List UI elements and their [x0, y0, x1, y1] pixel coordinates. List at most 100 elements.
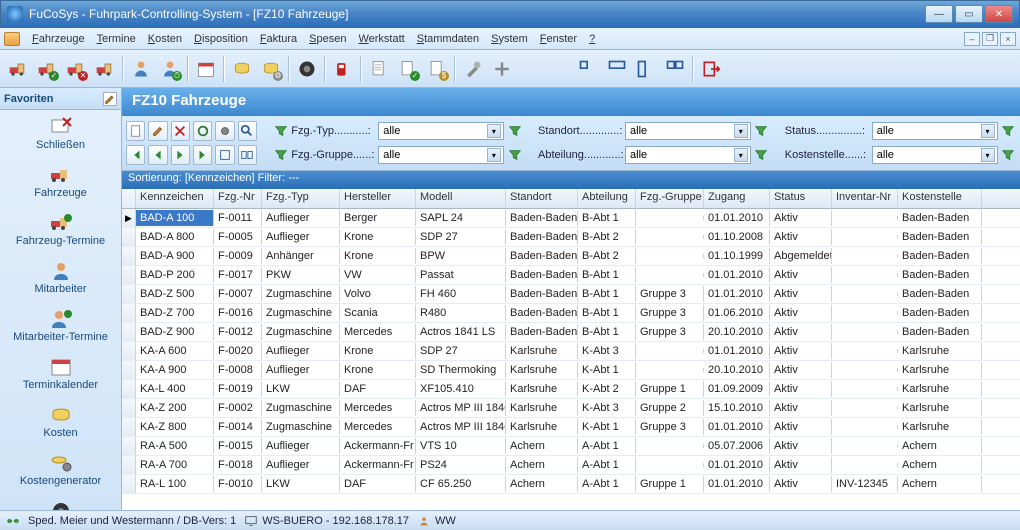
new-button[interactable] [126, 121, 145, 141]
filter-icon[interactable] [273, 122, 288, 140]
tb-win2[interactable] [603, 55, 631, 83]
favorites-edit-button[interactable] [103, 92, 117, 106]
favorite-calendar[interactable]: Terminkalender [0, 350, 121, 398]
table-row[interactable]: BAD-Z 900F-0012ZugmaschineMercedesActros… [122, 323, 1020, 342]
menu-fenster[interactable]: Fenster [534, 31, 583, 47]
nav-prev[interactable] [148, 145, 167, 165]
table-row[interactable]: KA-L 400F-0019LKWDAFXF105.410KarlsruheK-… [122, 380, 1020, 399]
tb-money2[interactable]: ⚙ [257, 55, 285, 83]
mdi-close[interactable]: × [1000, 32, 1016, 46]
nav-last[interactable] [193, 145, 212, 165]
menu-spesen[interactable]: Spesen [303, 31, 352, 47]
col-header[interactable]: Fzg.-Nr [214, 189, 262, 208]
tb-money[interactable] [228, 55, 256, 83]
select-abteilung[interactable]: alle▾ [625, 146, 751, 164]
refresh-button[interactable] [193, 121, 212, 141]
col-header[interactable]: Kennzeichen [136, 189, 214, 208]
tb-doc3[interactable]: $ [423, 55, 451, 83]
close-button[interactable]: ✕ [985, 5, 1013, 23]
table-row[interactable]: BAD-Z 500F-0007ZugmaschineVolvoFH 460Bad… [122, 285, 1020, 304]
select-fzgtyp[interactable]: alle▾ [378, 122, 504, 140]
delete-button[interactable] [171, 121, 190, 141]
grid-body[interactable]: ▶BAD-A 100F-0011AufliegerBergerSAPL 24Ba… [122, 209, 1020, 510]
tb-truck3[interactable]: ✕ [62, 55, 90, 83]
table-row[interactable]: BAD-A 800F-0005AufliegerKroneSDP 27Baden… [122, 228, 1020, 247]
favorite-person[interactable]: Mitarbeiter [0, 254, 121, 302]
col-header[interactable]: Status [770, 189, 832, 208]
favorite-gear[interactable]: Kostengenerator [0, 446, 121, 494]
favorite-close[interactable]: Schließen [0, 110, 121, 158]
table-row[interactable]: RA-L 100F-0010LKWDAFCF 65.250AchernA-Abt… [122, 475, 1020, 494]
tb-truck2[interactable]: ✓ [33, 55, 61, 83]
table-row[interactable]: KA-A 600F-0020AufliegerKroneSDP 27Karlsr… [122, 342, 1020, 361]
view-button[interactable] [215, 145, 234, 165]
favorite-person-cal[interactable]: Mitarbeiter-Termine [0, 302, 121, 350]
menu-disposition[interactable]: Disposition [188, 31, 254, 47]
nav-first[interactable] [126, 145, 145, 165]
menu-fahrzeuge[interactable]: Fahrzeuge [26, 31, 91, 47]
filter-icon[interactable] [1001, 146, 1016, 164]
menu-termine[interactable]: Termine [91, 31, 142, 47]
table-row[interactable]: KA-Z 800F-0014ZugmaschineMercedesActros … [122, 418, 1020, 437]
col-header[interactable]: Kostenstelle [898, 189, 982, 208]
tb-tool1[interactable] [459, 55, 487, 83]
filter-icon[interactable] [507, 146, 522, 164]
select-status[interactable]: alle▾ [872, 122, 998, 140]
edit-button[interactable] [148, 121, 167, 141]
filter-icon[interactable] [754, 122, 769, 140]
tb-truck1[interactable] [4, 55, 32, 83]
menu-?[interactable]: ? [583, 31, 601, 47]
filter-icon[interactable] [1001, 122, 1016, 140]
menu-system[interactable]: System [485, 31, 534, 47]
table-row[interactable]: RA-A 700F-0018AufliegerAckermann-FrPS24A… [122, 456, 1020, 475]
filter-icon[interactable] [507, 122, 522, 140]
tb-truck4[interactable] [91, 55, 119, 83]
maximize-button[interactable]: ▭ [955, 5, 983, 23]
tb-tool2[interactable] [488, 55, 516, 83]
favorite-money[interactable]: Kosten [0, 398, 121, 446]
col-header[interactable]: Abteilung [578, 189, 636, 208]
favorite-truck[interactable]: Fahrzeuge [0, 158, 121, 206]
col-header[interactable]: Fzg.-Typ [262, 189, 340, 208]
favorite-tire[interactable]: Reifen [0, 494, 121, 510]
view2-button[interactable] [238, 145, 257, 165]
tb-tire[interactable] [293, 55, 321, 83]
tb-win4[interactable] [661, 55, 689, 83]
col-header[interactable]: Standort [506, 189, 578, 208]
tb-cal[interactable] [192, 55, 220, 83]
table-row[interactable]: KA-A 900F-0008AufliegerKroneSD Thermokin… [122, 361, 1020, 380]
menu-kosten[interactable]: Kosten [142, 31, 188, 47]
nav-next[interactable] [171, 145, 190, 165]
table-row[interactable]: KA-Z 200F-0002ZugmaschineMercedesActros … [122, 399, 1020, 418]
favorite-truck-cal[interactable]: Fahrzeug-Termine [0, 206, 121, 254]
tb-win3[interactable] [632, 55, 660, 83]
table-row[interactable]: BAD-A 900F-0009AnhängerKroneBPWBaden-Bad… [122, 247, 1020, 266]
search-button[interactable] [238, 121, 257, 141]
tb-person[interactable] [127, 55, 155, 83]
tb-exit[interactable] [697, 55, 725, 83]
table-row[interactable]: BAD-Z 700F-0016ZugmaschineScaniaR480Bade… [122, 304, 1020, 323]
menu-faktura[interactable]: Faktura [254, 31, 303, 47]
select-kostenstelle[interactable]: alle▾ [872, 146, 998, 164]
tb-fuel[interactable] [329, 55, 357, 83]
table-row[interactable]: ▶BAD-A 100F-0011AufliegerBergerSAPL 24Ba… [122, 209, 1020, 228]
filter-icon[interactable] [273, 146, 288, 164]
menu-werkstatt[interactable]: Werkstatt [352, 31, 410, 47]
col-header[interactable]: Inventar-Nr [832, 189, 898, 208]
col-header[interactable]: Zugang [704, 189, 770, 208]
select-fzggruppe[interactable]: alle▾ [378, 146, 504, 164]
col-header[interactable]: Modell [416, 189, 506, 208]
minimize-button[interactable]: — [925, 5, 953, 23]
menu-stammdaten[interactable]: Stammdaten [411, 31, 485, 47]
mdi-minimize[interactable]: – [964, 32, 980, 46]
tb-win[interactable] [574, 55, 602, 83]
col-header[interactable]: Fzg.-Gruppe [636, 189, 704, 208]
tool-button[interactable] [215, 121, 234, 141]
mdi-restore[interactable]: ❐ [982, 32, 998, 46]
table-row[interactable]: RA-A 500F-0015AufliegerAckermann-FrVTS 1… [122, 437, 1020, 456]
tb-doc1[interactable] [365, 55, 393, 83]
col-header[interactable]: Hersteller [340, 189, 416, 208]
filter-icon[interactable] [754, 146, 769, 164]
select-standort[interactable]: alle▾ [625, 122, 751, 140]
tb-doc2[interactable]: ✓ [394, 55, 422, 83]
